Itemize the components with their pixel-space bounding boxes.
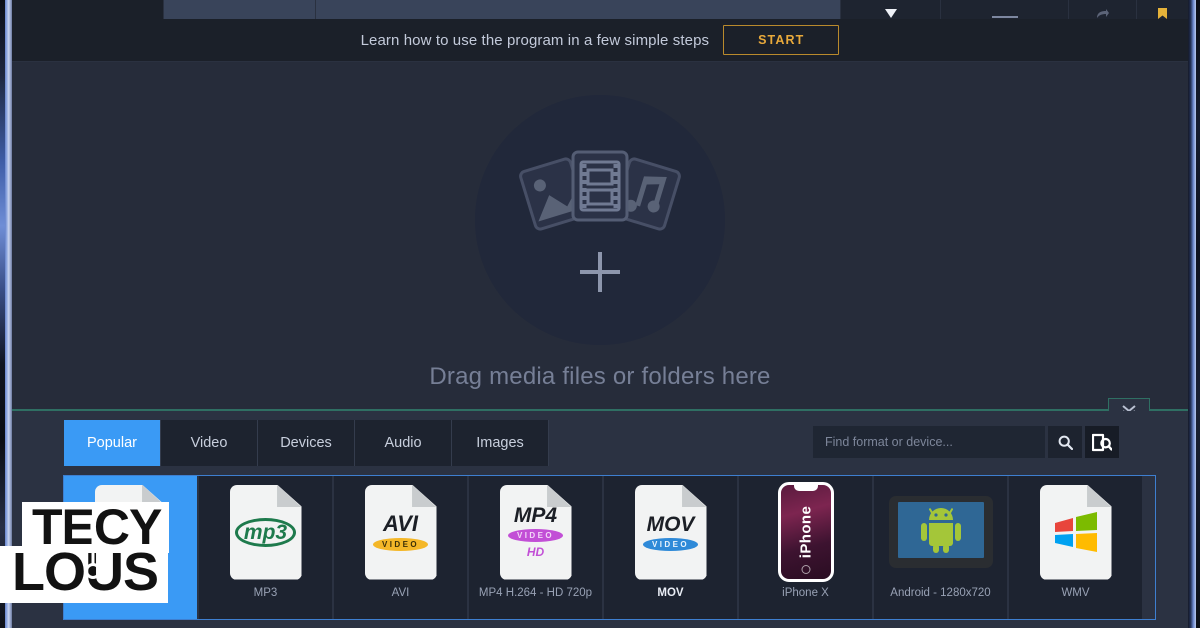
start-button[interactable]: START xyxy=(723,25,840,55)
window-tab-1[interactable] xyxy=(12,0,164,19)
share-icon[interactable] xyxy=(1068,0,1136,19)
toolbar-spacer xyxy=(316,0,840,19)
format-search xyxy=(813,426,1119,458)
tab-audio-label: Audio xyxy=(384,435,422,451)
file-icon: MOV VIDEO xyxy=(604,476,737,588)
format-tabs: Popular Video Devices Audio Images xyxy=(64,420,549,466)
tab-video[interactable]: Video xyxy=(161,420,258,466)
format-card-label: MP4 H.264 - HD 720p xyxy=(478,587,593,599)
search-icon[interactable] xyxy=(1048,426,1082,458)
format-word: AVI xyxy=(382,511,419,536)
file-icon: mp3 xyxy=(199,476,332,588)
format-ribbon: VIDEO xyxy=(373,538,428,551)
app-window: Learn how to use the program in a few si… xyxy=(0,0,1200,628)
format-card-wmv[interactable]: WMV xyxy=(1009,476,1142,619)
format-card-mp3[interactable]: mp3 MP3 xyxy=(199,476,332,619)
desktop-edge-right xyxy=(1188,0,1200,628)
format-cards-container[interactable]: MP4 MP4 mp3 MP3 AVI VIDEO AVI MP4 VIDEO … xyxy=(63,475,1156,620)
format-card-label: MP3 xyxy=(253,587,278,599)
window-tab-2[interactable] xyxy=(164,0,316,19)
tab-popular-label: Popular xyxy=(87,435,137,451)
dropzone-circle xyxy=(475,95,725,345)
format-card-label: MOV xyxy=(657,587,684,599)
format-card-label: AVI xyxy=(391,587,410,599)
media-dropzone[interactable]: Drag media files or folders here xyxy=(12,62,1188,410)
top-toolbar xyxy=(12,0,1188,19)
learn-banner-text: Learn how to use the program in a few si… xyxy=(360,31,710,49)
file-icon: MP4 xyxy=(64,476,197,588)
tab-devices[interactable]: Devices xyxy=(258,420,355,466)
format-card-mp4-hd720p[interactable]: MP4 VIDEO HD MP4 H.264 - HD 720p xyxy=(469,476,602,619)
file-icon xyxy=(1009,476,1142,588)
format-ribbon: VIDEO xyxy=(643,537,698,551)
android-tablet-icon xyxy=(874,476,1007,588)
format-card-label: Android - 1280x720 xyxy=(890,587,991,599)
tab-devices-label: Devices xyxy=(280,435,332,451)
windows-logo-icon xyxy=(1054,512,1097,552)
format-word: MP4 xyxy=(513,504,558,527)
format-subword: HD xyxy=(526,545,545,559)
format-card-label: iPhone X xyxy=(782,587,829,599)
tab-images[interactable]: Images xyxy=(452,420,549,466)
bookmark-icon[interactable] xyxy=(1136,0,1188,19)
window-tabstrip xyxy=(12,0,316,19)
format-card-iphone-x[interactable]: iPhone iPhone X xyxy=(739,476,872,619)
format-word: MP4 xyxy=(109,521,152,543)
format-card-mp4-selected[interactable]: MP4 MP4 xyxy=(64,476,197,619)
media-cards-icon xyxy=(515,142,685,234)
android-robot-icon xyxy=(920,508,961,553)
search-input[interactable] xyxy=(813,426,1045,458)
file-icon: MP4 VIDEO HD xyxy=(469,476,602,588)
tab-video-label: Video xyxy=(190,435,228,451)
format-word: mp3 xyxy=(234,517,297,547)
tab-images-label: Images xyxy=(476,435,524,451)
tab-popular[interactable]: Popular xyxy=(64,420,161,466)
iphone-word: iPhone xyxy=(797,505,814,559)
detect-device-icon[interactable] xyxy=(1085,426,1119,458)
format-card-mov[interactable]: MOV VIDEO MOV xyxy=(604,476,737,619)
tab-audio[interactable]: Audio xyxy=(355,420,452,466)
file-icon: AVI VIDEO xyxy=(334,476,467,588)
dropzone-label: Drag media files or folders here xyxy=(429,363,771,390)
caret-down-icon[interactable] xyxy=(840,0,940,19)
toolbar-actions xyxy=(840,0,1188,19)
learn-banner: Learn how to use the program in a few si… xyxy=(12,19,1188,62)
format-card-avi[interactable]: AVI VIDEO AVI xyxy=(334,476,467,619)
menu-icon[interactable] xyxy=(940,0,1068,19)
format-word: MOV xyxy=(646,512,695,536)
plus-icon xyxy=(578,250,622,299)
iphone-icon: iPhone xyxy=(739,476,872,588)
format-card-android[interactable]: Android - 1280x720 xyxy=(874,476,1007,619)
format-card-label: WMV xyxy=(1061,587,1090,599)
format-ribbon: VIDEO xyxy=(508,529,563,542)
format-card-label: MP4 xyxy=(118,587,143,599)
desktop-edge-left xyxy=(0,0,12,628)
